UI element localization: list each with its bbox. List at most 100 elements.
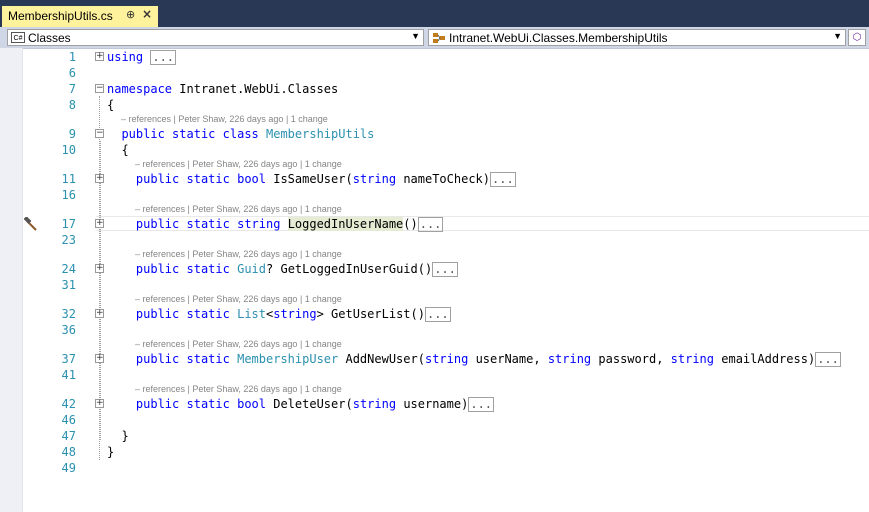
- code-line[interactable]: 41: [0, 367, 869, 383]
- method-name: IsSameUser: [273, 172, 346, 186]
- members-dropdown-value: Intranet.WebUi.Classes.MembershipUtils: [449, 31, 668, 45]
- code-line[interactable]: 48 }: [0, 444, 869, 460]
- code-line[interactable]: 47 }: [0, 428, 869, 444]
- keyword: public: [135, 397, 180, 411]
- line-number: 48: [61, 445, 76, 459]
- line-number: 32: [61, 307, 76, 321]
- code-line[interactable]: 24 + public static Guid? GetLoggedInUser…: [0, 261, 869, 277]
- line-number: 42: [61, 397, 76, 411]
- keyword: static: [172, 127, 216, 141]
- code-line[interactable]: 23: [0, 232, 869, 248]
- collapsed-region[interactable]: ...: [150, 50, 177, 65]
- code-lens-method[interactable]: – references | Peter Shaw, 226 days ago …: [135, 382, 342, 396]
- keyword: static: [186, 262, 230, 276]
- code-line[interactable]: 16: [0, 187, 869, 203]
- keyword: public: [135, 307, 180, 321]
- parameter: password: [598, 352, 657, 366]
- code-line[interactable]: 9 − public static class MembershipUtils: [0, 126, 869, 142]
- keyword: public: [121, 127, 165, 141]
- code-lens-method[interactable]: – references | Peter Shaw, 226 days ago …: [135, 247, 342, 261]
- collapse-icon[interactable]: −: [95, 129, 104, 138]
- method-name: DeleteUser: [273, 397, 346, 411]
- code-line-current[interactable]: 17 + public static string LoggedInUserNa…: [0, 216, 869, 232]
- collapse-icon[interactable]: −: [95, 84, 104, 93]
- class-name: MembershipUtils: [266, 127, 375, 141]
- expand-icon[interactable]: +: [95, 52, 104, 61]
- keyword: public: [135, 352, 180, 366]
- expand-icon[interactable]: +: [95, 399, 104, 408]
- code-lens-method[interactable]: – references | Peter Shaw, 226 days ago …: [135, 337, 342, 351]
- brace: {: [107, 98, 115, 112]
- method-name: AddNewUser: [345, 352, 418, 366]
- tab-membershiputils[interactable]: MembershipUtils.cs ⊕ ×: [2, 6, 158, 27]
- code-lens-method[interactable]: – references | Peter Shaw, 226 days ago …: [135, 157, 342, 171]
- code-line[interactable]: 10 {: [0, 142, 869, 158]
- members-dropdown[interactable]: Intranet.WebUi.Classes.MembershipUtils ▼: [428, 29, 846, 46]
- close-icon[interactable]: ×: [142, 7, 152, 21]
- member-icon-button[interactable]: ⬡: [848, 29, 866, 46]
- code-line[interactable]: 6: [0, 65, 869, 81]
- code-line[interactable]: 49: [0, 460, 869, 476]
- keyword: static: [186, 217, 230, 231]
- collapsed-region[interactable]: ...: [490, 172, 516, 187]
- line-number: 17: [61, 217, 76, 231]
- method-name: GetLoggedInUserGuid: [280, 262, 418, 276]
- type-name: List: [237, 307, 266, 321]
- code-line[interactable]: 1 + using ...: [0, 49, 869, 65]
- code-lens-class[interactable]: – references | Peter Shaw, 226 days ago …: [121, 112, 328, 126]
- line-number: 46: [61, 413, 76, 427]
- keyword: string: [237, 217, 281, 231]
- keyword: string: [670, 352, 715, 366]
- expand-icon[interactable]: +: [95, 219, 104, 228]
- line-number: 8: [68, 98, 76, 112]
- expand-icon[interactable]: +: [95, 264, 104, 273]
- code-line[interactable]: 37 + public static MembershipUser AddNew…: [0, 351, 869, 367]
- pin-icon[interactable]: ⊕: [126, 8, 135, 21]
- keyword: string: [424, 352, 469, 366]
- expand-icon[interactable]: +: [95, 309, 104, 318]
- chevron-down-icon: ▼: [833, 31, 842, 41]
- expand-icon[interactable]: +: [95, 174, 104, 183]
- keyword: using: [107, 50, 144, 64]
- type-name: MembershipUser: [237, 352, 339, 366]
- class-icon: [433, 33, 445, 43]
- keyword: class: [222, 127, 259, 141]
- line-number: 7: [68, 82, 76, 96]
- code-line[interactable]: 32 + public static List<string> GetUserL…: [0, 306, 869, 322]
- code-line[interactable]: 36: [0, 322, 869, 338]
- collapsed-region[interactable]: ...: [424, 307, 451, 322]
- collapsed-region[interactable]: ...: [815, 352, 841, 367]
- types-dropdown-value: Classes: [28, 31, 71, 45]
- code-line[interactable]: 31: [0, 277, 869, 293]
- code-line[interactable]: 42 + public static bool DeleteUser(strin…: [0, 396, 869, 412]
- line-number: 6: [68, 66, 76, 80]
- tab-title: MembershipUtils.cs: [8, 9, 113, 23]
- namespace-name: Intranet.WebUi.Classes: [179, 82, 339, 96]
- line-number: 1: [68, 50, 76, 64]
- parameter: username: [403, 397, 462, 411]
- code-lens-method[interactable]: – references | Peter Shaw, 226 days ago …: [135, 292, 342, 306]
- keyword: static: [186, 172, 230, 186]
- expand-icon[interactable]: +: [95, 354, 104, 363]
- collapsed-region[interactable]: ...: [468, 397, 495, 412]
- line-number: 47: [61, 429, 76, 443]
- line-number: 23: [61, 233, 76, 247]
- code-line[interactable]: 8 {: [0, 97, 869, 113]
- code-line[interactable]: 7 − namespace Intranet.WebUi.Classes: [0, 81, 869, 97]
- keyword: bool: [237, 172, 266, 186]
- method-name: GetUserList: [331, 307, 411, 321]
- parameter: userName: [475, 352, 534, 366]
- code-line[interactable]: 11 + public static bool IsSameUser(strin…: [0, 171, 869, 187]
- keyword: static: [186, 397, 230, 411]
- brace: }: [107, 445, 115, 459]
- code-line[interactable]: 46: [0, 412, 869, 428]
- line-number: 31: [61, 278, 76, 292]
- collapsed-region[interactable]: ...: [432, 262, 458, 277]
- keyword: string: [352, 397, 397, 411]
- code-lens-method[interactable]: – references | Peter Shaw, 226 days ago …: [135, 202, 342, 216]
- collapsed-region[interactable]: ...: [417, 217, 444, 232]
- line-number: 16: [61, 188, 76, 202]
- line-number: 10: [61, 143, 76, 157]
- brace: }: [121, 429, 129, 443]
- types-dropdown[interactable]: C# Classes ▼: [7, 29, 424, 46]
